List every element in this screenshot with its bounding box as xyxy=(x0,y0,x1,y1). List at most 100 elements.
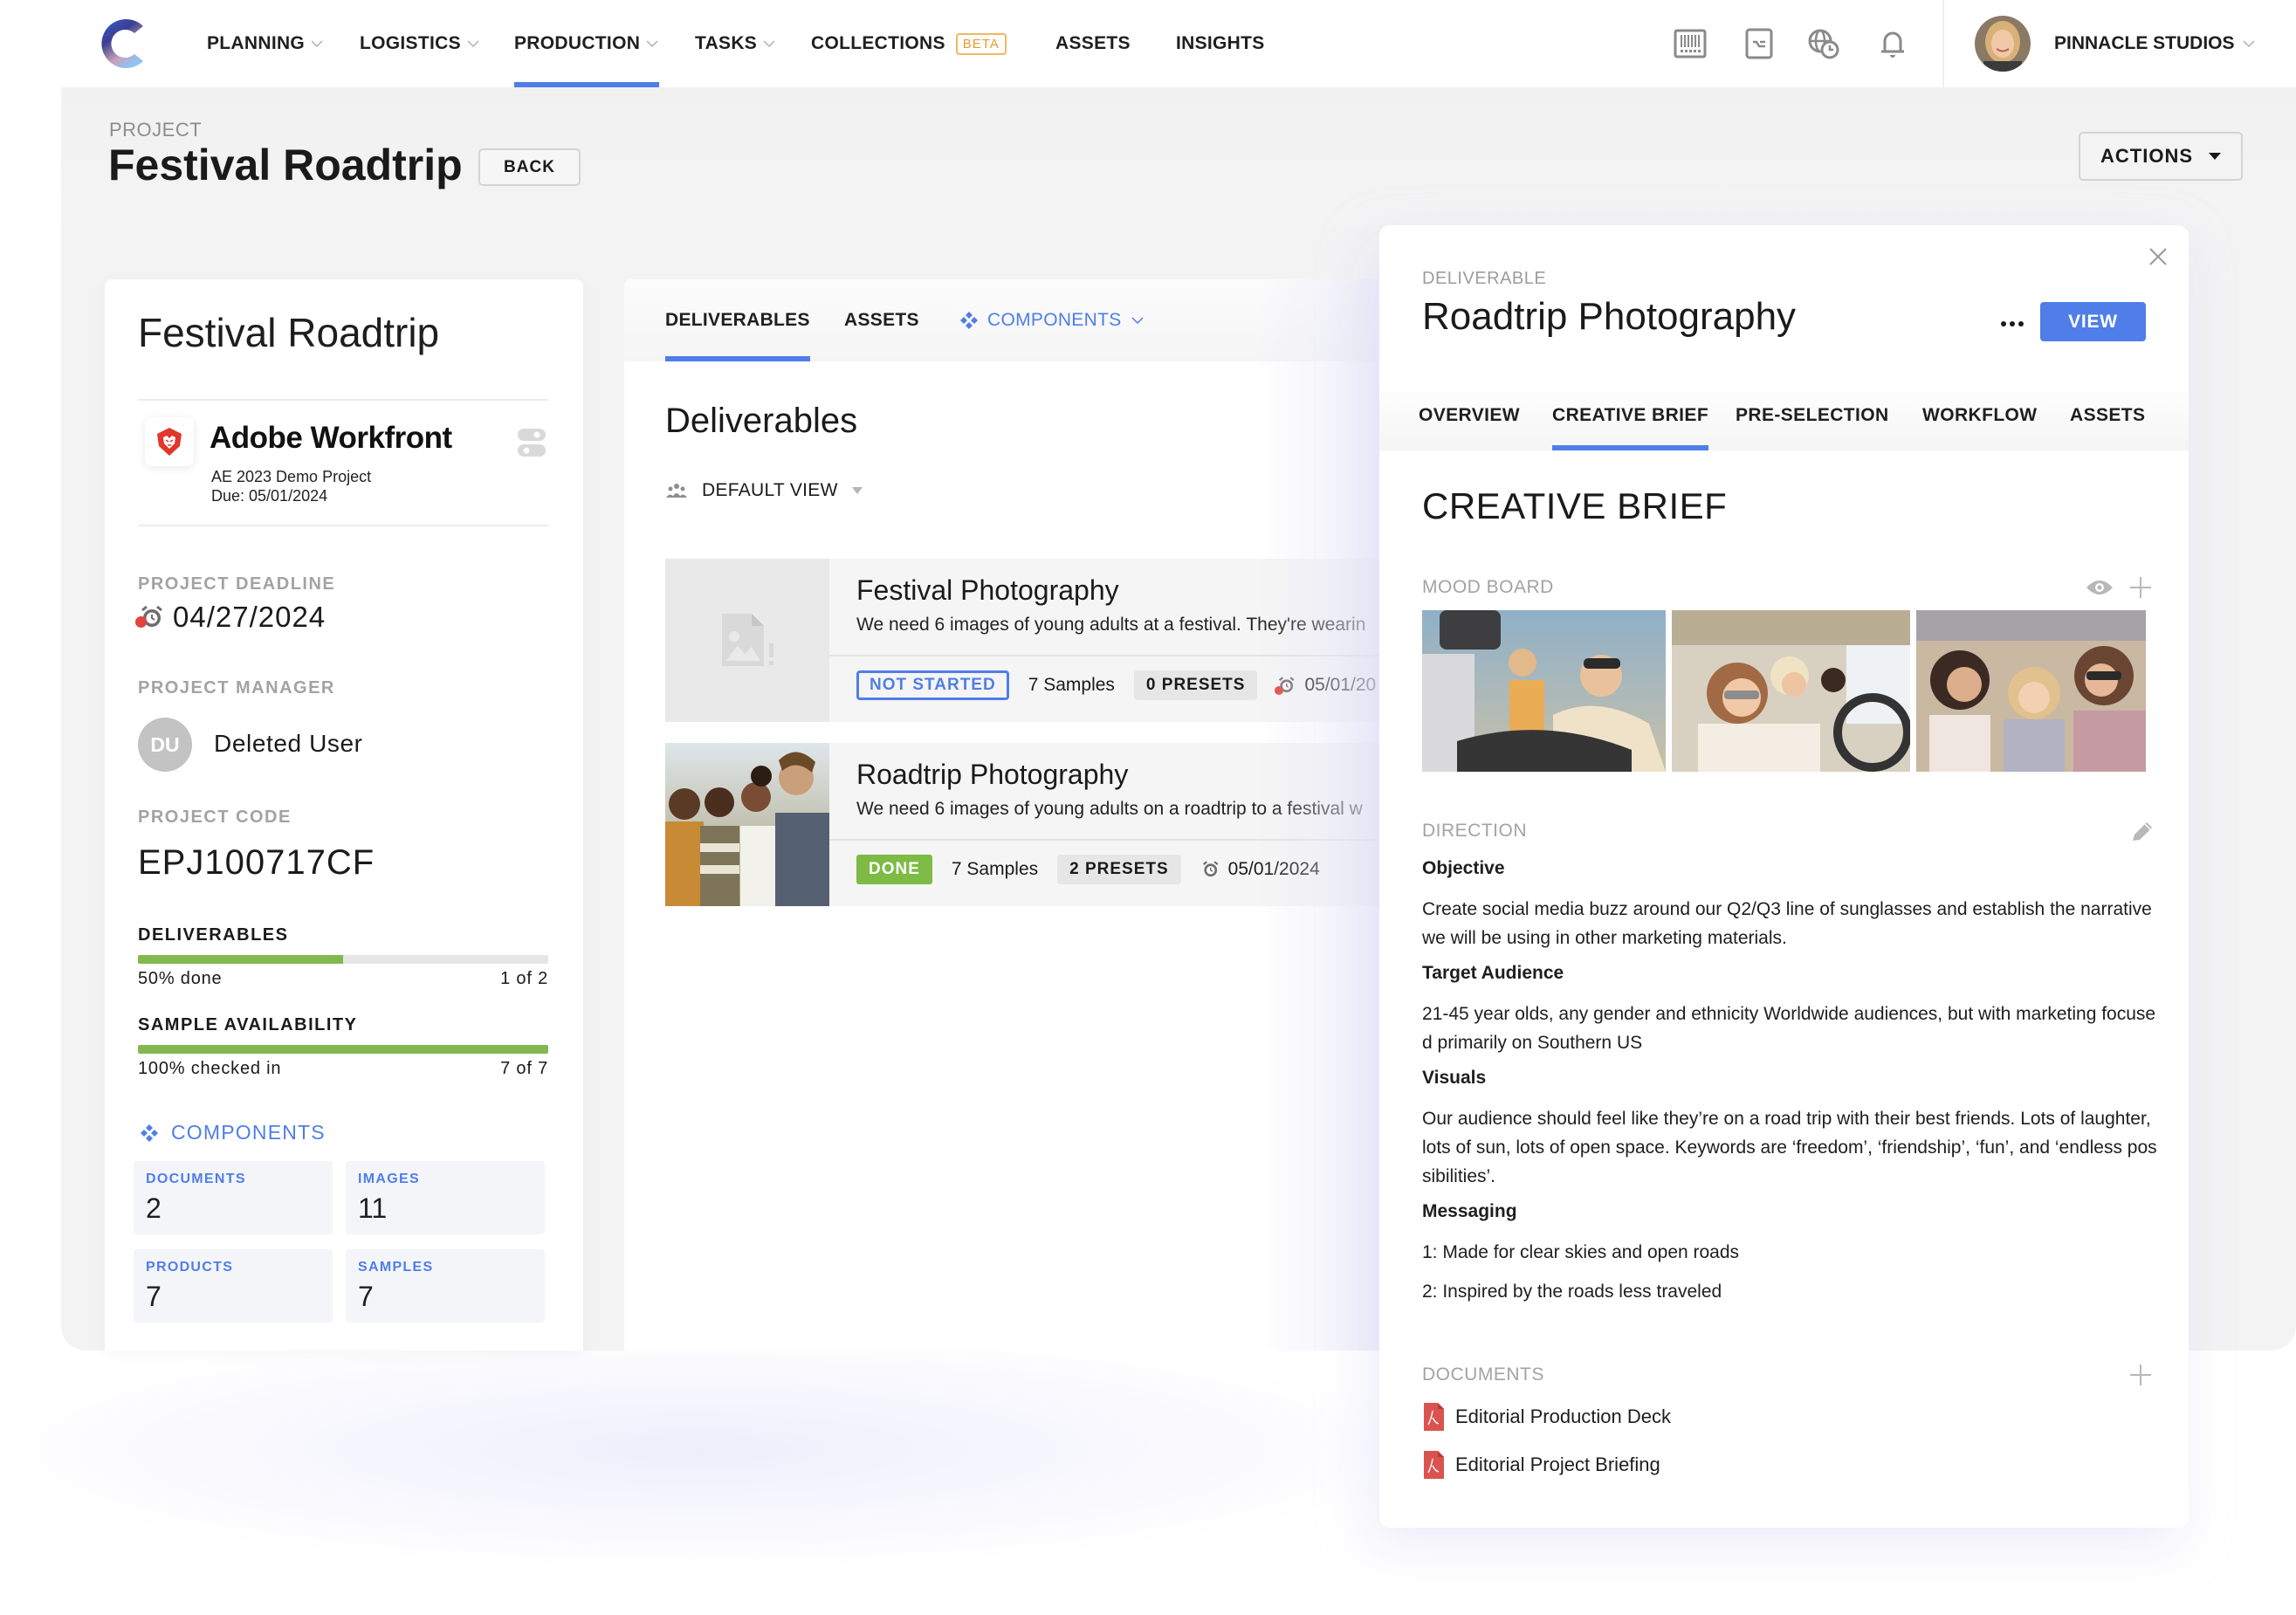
tab-pre-selection[interactable]: PRE-SELECTION xyxy=(1736,381,1889,450)
user-avatar[interactable] xyxy=(1975,16,2031,72)
sample-availability-bar xyxy=(138,1045,548,1054)
organization-switcher[interactable]: PINNACLE STUDIOS xyxy=(2054,0,2256,87)
direction-heading: Target Audience xyxy=(1422,963,1564,983)
chevron-down-icon xyxy=(646,40,658,48)
nav-tasks[interactable]: TASKS xyxy=(695,0,776,87)
tab-components-label: COMPONENTS xyxy=(987,310,1122,330)
tile-label: PRODUCTS xyxy=(146,1260,234,1275)
tile-value: 7 xyxy=(358,1281,374,1312)
direction-content: Objective Create social media buzz aroun… xyxy=(1422,858,2160,1316)
integration-project-name: AE 2023 Demo Project xyxy=(211,468,372,485)
due-date-value: 05/01/2024 xyxy=(1227,859,1320,879)
document-item[interactable]: Editorial Production Deck xyxy=(1422,1402,1671,1432)
deliverables-progress-fill xyxy=(138,955,343,964)
deliverable-meta: DONE 7 Samples 2 PRESETS 05/01/2024 xyxy=(856,855,1320,884)
view-selector[interactable]: DEFAULT VIEW xyxy=(665,480,863,501)
nav-production-label: PRODUCTION xyxy=(514,33,641,53)
tab-deliverables[interactable]: DELIVERABLES xyxy=(665,279,810,361)
app-logo-icon[interactable] xyxy=(98,16,152,72)
samples-count-text: 7 of 7 xyxy=(500,1059,548,1078)
mood-board-image[interactable] xyxy=(1916,610,2146,772)
nav-planning[interactable]: PLANNING xyxy=(207,0,324,87)
eye-icon[interactable] xyxy=(2085,577,2114,598)
toggle-settings-icon[interactable] xyxy=(518,428,546,457)
components-link[interactable]: COMPONENTS xyxy=(140,1121,326,1144)
direction-heading: Objective xyxy=(1422,858,1505,878)
direction-label: DIRECTION xyxy=(1422,821,1527,841)
view-button[interactable]: VIEW xyxy=(2040,302,2146,341)
creative-brief-heading: CREATIVE BRIEF xyxy=(1422,485,1728,526)
tab-assets[interactable]: ASSETS xyxy=(2070,381,2145,450)
document-name: Editorial Project Briefing xyxy=(1455,1454,1660,1475)
component-tile-samples[interactable]: SAMPLES 7 xyxy=(346,1249,545,1323)
add-icon[interactable] xyxy=(2128,575,2153,600)
nav-production[interactable]: PRODUCTION xyxy=(514,0,660,87)
close-icon[interactable] xyxy=(2146,244,2170,269)
presets-badge: 2 PRESETS xyxy=(1057,855,1181,884)
mood-board-image[interactable] xyxy=(1672,610,1910,772)
tab-assets[interactable]: ASSETS xyxy=(844,279,919,361)
label-scan-icon[interactable] xyxy=(1743,28,1776,59)
pdf-file-icon xyxy=(1424,1451,1444,1479)
components-icon xyxy=(960,312,978,329)
back-button[interactable]: BACK xyxy=(478,148,581,186)
more-options-button[interactable] xyxy=(1995,311,2030,337)
nav-collections-label: COLLECTIONS xyxy=(811,33,945,53)
nav-insights-label: INSIGHTS xyxy=(1176,33,1265,53)
deliverable-thumbnail xyxy=(665,743,829,906)
direction-text: Our audience should feel like they’re on… xyxy=(1422,1109,2157,1186)
integration-details: AE 2023 Demo Project Due: 05/01/2024 xyxy=(211,467,371,505)
deliverables-progress-text: 50% done 1 of 2 xyxy=(138,969,548,989)
document-name: Editorial Production Deck xyxy=(1455,1405,1672,1427)
barcode-icon[interactable] xyxy=(1674,28,1707,59)
deliverable-row[interactable]: Roadtrip Photography We need 6 images of… xyxy=(665,743,1497,906)
sample-availability-text: 100% checked in 7 of 7 xyxy=(138,1059,548,1079)
deliverables-progress-label: DELIVERABLES xyxy=(138,925,289,945)
project-deadline: 04/27/2024 xyxy=(135,601,326,634)
friends-group-photo xyxy=(665,743,829,906)
deliverables-panel: DELIVERABLES ASSETS COMPONENTS Deliverab… xyxy=(624,279,1497,1350)
user-portrait-icon xyxy=(1975,16,2031,72)
workfront-lion-icon xyxy=(157,428,182,456)
integration-due-date: Due: 05/01/2024 xyxy=(211,487,328,505)
chevron-down-icon xyxy=(763,40,775,48)
document-item[interactable]: Editorial Project Briefing xyxy=(1422,1450,1660,1480)
overdue-indicator xyxy=(135,616,147,628)
sample-count: 7 Samples xyxy=(951,859,1039,879)
actions-label: ACTIONS xyxy=(2100,145,2193,167)
tile-value: 2 xyxy=(146,1192,162,1224)
status-badge: NOT STARTED xyxy=(856,670,1009,700)
deadline-label: PROJECT DEADLINE xyxy=(138,574,336,594)
tab-workflow[interactable]: WORKFLOW xyxy=(1922,381,2038,450)
project-card-title: Festival Roadtrip xyxy=(138,310,440,355)
nav-assets[interactable]: ASSETS xyxy=(1055,0,1131,87)
nav-logistics[interactable]: LOGISTICS xyxy=(360,0,480,87)
edit-pencil-icon[interactable] xyxy=(2129,820,2155,844)
deliverables-progress-bar xyxy=(138,955,548,964)
page-title: Festival Roadtrip xyxy=(108,141,463,189)
sample-availability-label: SAMPLE AVAILABILITY xyxy=(138,1015,358,1034)
tile-label: IMAGES xyxy=(358,1172,420,1186)
nav-insights[interactable]: INSIGHTS xyxy=(1176,0,1265,87)
tab-creative-brief[interactable]: CREATIVE BRIEF xyxy=(1552,381,1709,450)
add-icon[interactable] xyxy=(2128,1363,2153,1387)
sample-availability-fill xyxy=(138,1045,548,1054)
page-eyebrow: PROJECT xyxy=(109,119,203,141)
component-tile-documents[interactable]: DOCUMENTS 2 xyxy=(134,1161,333,1234)
component-tile-products[interactable]: PRODUCTS 7 xyxy=(134,1249,333,1323)
drawer-title: Roadtrip Photography xyxy=(1422,295,1797,338)
tile-label: DOCUMENTS xyxy=(146,1172,246,1186)
actions-dropdown-button[interactable]: ACTIONS xyxy=(2079,132,2243,181)
project-code-label: PROJECT CODE xyxy=(138,808,292,827)
component-tile-images[interactable]: IMAGES 11 xyxy=(346,1161,545,1234)
nav-collections[interactable]: COLLECTIONS BETA xyxy=(811,0,1007,87)
deliverable-name: Festival Photography xyxy=(856,574,1119,606)
global-time-icon[interactable] xyxy=(1807,28,1840,59)
samples-percent-text: 100% checked in xyxy=(138,1059,282,1078)
bell-icon[interactable] xyxy=(1876,28,1909,59)
tab-components[interactable]: COMPONENTS xyxy=(959,279,1145,361)
project-summary-card: Festival Roadtrip Adobe Workfront AE 202… xyxy=(105,279,583,1350)
mood-board-image[interactable] xyxy=(1422,610,1666,772)
deliverable-row[interactable]: Festival Photography We need 6 images of… xyxy=(665,559,1497,722)
tab-overview[interactable]: OVERVIEW xyxy=(1419,381,1520,450)
